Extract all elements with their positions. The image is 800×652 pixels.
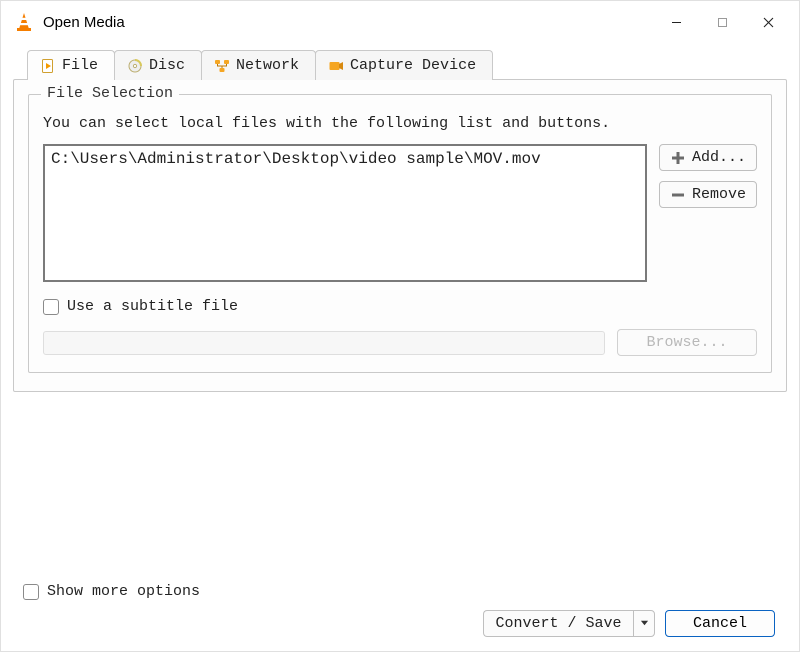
file-selection-help: You can select local files with the foll… — [43, 115, 757, 132]
remove-button[interactable]: Remove — [659, 181, 757, 208]
tab-disc-label: Disc — [149, 57, 185, 74]
file-selection-group: File Selection You can select local file… — [28, 94, 772, 373]
more-options-row: Show more options — [13, 575, 787, 600]
maximize-button[interactable] — [699, 6, 745, 38]
tab-bar: File Disc Network Capture Device — [13, 49, 787, 79]
convert-save-split: Convert / Save — [483, 610, 655, 637]
show-more-options-checkbox[interactable] — [23, 584, 39, 600]
subtitle-row: Use a subtitle file — [43, 298, 757, 315]
close-button[interactable] — [745, 6, 791, 38]
cancel-button[interactable]: Cancel — [665, 610, 775, 637]
convert-save-label: Convert / Save — [495, 615, 621, 632]
chevron-down-icon — [640, 615, 649, 632]
subtitle-checkbox[interactable] — [43, 299, 59, 315]
file-selection-title: File Selection — [41, 85, 179, 102]
tab-file[interactable]: File — [27, 50, 115, 80]
add-button[interactable]: Add... — [659, 144, 757, 171]
tab-capture-label: Capture Device — [350, 57, 476, 74]
window-controls — [653, 6, 791, 38]
file-side-buttons: Add... Remove — [659, 144, 757, 208]
convert-save-button[interactable]: Convert / Save — [483, 610, 633, 637]
minimize-button[interactable] — [653, 6, 699, 38]
file-row: C:\Users\Administrator\Desktop\video sam… — [43, 144, 757, 282]
show-more-options-label: Show more options — [47, 583, 200, 600]
subtitle-checkbox-label: Use a subtitle file — [67, 298, 238, 315]
minus-icon — [670, 187, 686, 203]
subtitle-path-input — [43, 331, 605, 355]
file-icon — [40, 58, 56, 74]
capture-device-icon — [328, 58, 344, 74]
file-list[interactable]: C:\Users\Administrator\Desktop\video sam… — [43, 144, 647, 282]
dialog-footer: Convert / Save Cancel — [13, 600, 787, 651]
window-title: Open Media — [43, 14, 125, 31]
tab-network[interactable]: Network — [201, 50, 316, 80]
subtitle-path-row: Browse... — [43, 329, 757, 356]
tab-capture[interactable]: Capture Device — [315, 50, 493, 80]
dialog-body: File Disc Network Capture Device File Se… — [1, 43, 799, 651]
vlc-icon — [13, 11, 35, 33]
open-media-window: Open Media File Disc Network Capture De — [0, 0, 800, 652]
tab-network-label: Network — [236, 57, 299, 74]
add-button-label: Add... — [692, 149, 746, 166]
disc-icon — [127, 58, 143, 74]
remove-button-label: Remove — [692, 186, 746, 203]
plus-icon — [670, 150, 686, 166]
cancel-button-label: Cancel — [693, 615, 747, 632]
tab-disc[interactable]: Disc — [114, 50, 202, 80]
tab-file-label: File — [62, 57, 98, 74]
network-icon — [214, 58, 230, 74]
browse-button: Browse... — [617, 329, 757, 356]
browse-button-label: Browse... — [646, 334, 727, 351]
file-list-item[interactable]: C:\Users\Administrator\Desktop\video sam… — [51, 150, 639, 168]
titlebar: Open Media — [1, 1, 799, 43]
file-tab-panel: File Selection You can select local file… — [13, 79, 787, 392]
convert-save-dropdown[interactable] — [633, 610, 655, 637]
